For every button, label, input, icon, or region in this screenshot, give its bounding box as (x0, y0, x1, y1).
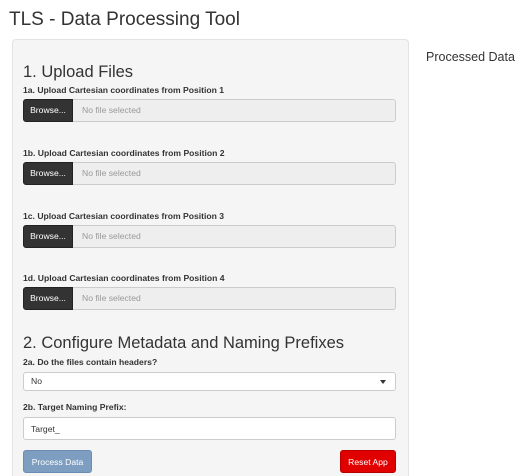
browse-button-position-2[interactable]: Browse... (23, 162, 73, 185)
reset-app-button[interactable]: Reset App (340, 450, 396, 473)
file-input-position-4[interactable]: Browse... No file selected (23, 287, 396, 310)
metadata-section-heading: 2. Configure Metadata and Naming Prefixe… (23, 334, 345, 352)
app-title: TLS - Data Processing Tool (9, 9, 240, 30)
file-input-position-1[interactable]: Browse... No file selected (23, 99, 396, 122)
prefix-label: 2b. Target Naming Prefix: (23, 402, 127, 412)
browse-button-position-3[interactable]: Browse... (23, 225, 73, 248)
upload-label-position-3: 1c. Upload Cartesian coordinates from Po… (23, 211, 225, 221)
prefix-input[interactable] (23, 417, 396, 440)
sidebar-panel: 1. Upload Files 1a. Upload Cartesian coo… (12, 39, 409, 476)
file-input-position-3[interactable]: Browse... No file selected (23, 225, 396, 248)
processed-data-title: Processed Data (426, 50, 515, 64)
headers-select[interactable]: No (23, 372, 396, 391)
browse-button-position-1[interactable]: Browse... (23, 99, 73, 122)
headers-label: 2a. Do the files contain headers? (23, 357, 158, 367)
upload-label-position-4: 1d. Upload Cartesian coordinates from Po… (23, 273, 225, 283)
process-data-button[interactable]: Process Data (23, 450, 92, 473)
upload-label-position-1: 1a. Upload Cartesian coordinates from Po… (23, 85, 225, 95)
file-input-position-2[interactable]: Browse... No file selected (23, 162, 396, 185)
file-name-display-position-4: No file selected (73, 287, 396, 310)
browse-button-position-4[interactable]: Browse... (23, 287, 73, 310)
upload-label-position-2: 1b. Upload Cartesian coordinates from Po… (23, 148, 225, 158)
file-name-display-position-3: No file selected (73, 225, 396, 248)
upload-section-heading: 1. Upload Files (23, 63, 134, 81)
file-name-display-position-1: No file selected (73, 99, 396, 122)
file-name-display-position-2: No file selected (73, 162, 396, 185)
headers-select-value: No (31, 376, 42, 386)
caret-down-icon (380, 380, 386, 384)
